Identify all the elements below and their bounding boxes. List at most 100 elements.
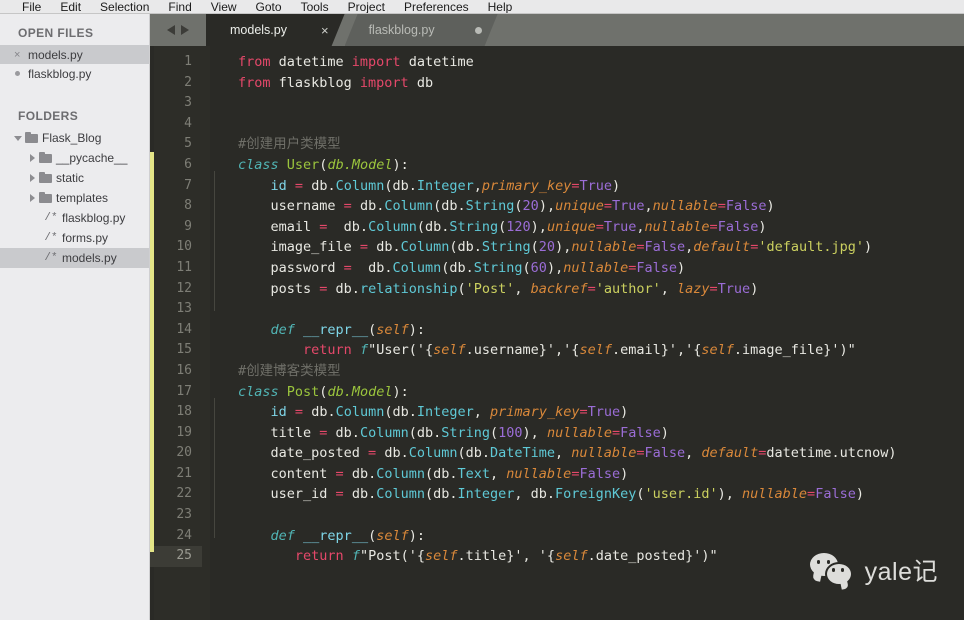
code-token: (db. <box>433 198 466 215</box>
folder-label: templates <box>56 191 109 205</box>
menu-item-project[interactable]: Project <box>348 1 385 13</box>
close-icon[interactable]: × <box>14 49 28 61</box>
code-token: primary_key <box>481 177 572 194</box>
code-line[interactable]: 19 title = db.Column(db.String(100), nul… <box>150 423 964 444</box>
open-file-item[interactable]: × models.py <box>0 45 149 64</box>
menu-item-view[interactable]: View <box>211 1 237 13</box>
code-line[interactable]: 7 id = db.Column(db.Integer,primary_key=… <box>150 176 964 197</box>
code-line[interactable]: 13 <box>150 299 964 320</box>
file-item[interactable]: /* forms.py <box>0 228 149 248</box>
code-line[interactable]: 3 <box>150 93 964 114</box>
code-token: ( <box>368 527 377 544</box>
menu-item-find[interactable]: Find <box>168 1 191 13</box>
code-token: nullable <box>644 218 710 235</box>
code-line[interactable]: 9 email = db.Column(db.String(120),uniqu… <box>150 217 964 238</box>
file-item[interactable]: /* flaskblog.py <box>0 208 149 228</box>
code-area[interactable]: 1 from datetime import datetime 2 from flas… <box>150 46 964 620</box>
code-token: = <box>335 486 344 503</box>
tab-close-icon[interactable]: × <box>321 24 329 37</box>
code-line[interactable]: 10 image_file = db.Column(db.String(20),… <box>150 237 964 258</box>
code-token: ) <box>660 424 669 441</box>
code-token: 100 <box>498 424 523 441</box>
menu-item-selection[interactable]: Selection <box>100 1 149 13</box>
code-line[interactable]: 1 from datetime import datetime <box>150 52 964 73</box>
tab-nav-arrows[interactable] <box>150 14 206 46</box>
code-token: , <box>490 465 507 482</box>
chevron-right-icon[interactable] <box>26 154 38 162</box>
line-number: 13 <box>176 301 192 317</box>
code-token: ) <box>864 239 873 256</box>
code-token: ) <box>888 445 897 462</box>
code-line-text: #创建博客类模型 <box>202 361 341 382</box>
line-number: 24 <box>176 527 192 543</box>
chevron-down-icon[interactable] <box>12 136 24 141</box>
code-token: , <box>514 280 531 297</box>
code-line[interactable]: 14 def __repr__(self): <box>150 320 964 341</box>
code-token: ) <box>620 465 629 482</box>
open-file-item[interactable]: flaskblog.py <box>0 64 149 83</box>
code-line[interactable]: 21 content = db.Column(db.Text, nullable… <box>150 464 964 485</box>
line-number: 12 <box>176 280 192 296</box>
editor-tab[interactable]: models.py × <box>206 14 345 46</box>
code-line[interactable]: 2 from flaskblog import db <box>150 73 964 94</box>
code-token: , <box>473 404 491 421</box>
folder-tree: Flask_Blog __pycache__ static templates /* fl… <box>0 128 149 268</box>
folder-item[interactable]: templates <box>0 188 149 208</box>
menu-item-edit[interactable]: Edit <box>60 1 81 13</box>
menu-item-tools[interactable]: Tools <box>301 1 329 13</box>
code-token: class <box>238 156 279 173</box>
code-lines[interactable]: 1 from datetime import datetime 2 from flas… <box>150 46 964 567</box>
code-line[interactable]: 4 <box>150 114 964 135</box>
code-token: .username}','{ <box>465 342 580 359</box>
code-line[interactable]: 23 <box>150 505 964 526</box>
code-line[interactable]: 11 password = db.Column(db.String(60),nu… <box>150 258 964 279</box>
code-token: True <box>579 177 612 194</box>
code-token: self <box>425 548 458 565</box>
code-line[interactable]: 15 return f"User('{self.username}','{sel… <box>150 340 964 361</box>
chevron-right-icon[interactable] <box>26 194 38 202</box>
chevron-left-icon[interactable] <box>167 25 175 35</box>
code-token: "User('{ <box>368 342 434 359</box>
editor-tab[interactable]: flaskblog.py <box>345 14 498 46</box>
menu-item-goto[interactable]: Goto <box>256 1 282 13</box>
menu-item-help[interactable]: Help <box>488 1 513 13</box>
code-token: False <box>725 198 767 215</box>
code-line[interactable]: 18 id = db.Column(db.Integer, primary_ke… <box>150 402 964 423</box>
code-line[interactable]: 5 #创建用户类模型 <box>150 134 964 155</box>
menu-item-file[interactable]: File <box>22 1 41 13</box>
code-line[interactable]: 6 class User(db.Model): <box>150 155 964 176</box>
chevron-right-icon[interactable] <box>181 25 189 35</box>
code-token: ) <box>758 218 767 235</box>
code-token: = <box>579 404 588 421</box>
code-line-text: class User(db.Model): <box>202 155 409 176</box>
code-token: ) <box>855 486 864 503</box>
folder-item[interactable]: Flask_Blog <box>0 128 149 148</box>
code-line[interactable]: 17 class Post(db.Model): <box>150 382 964 403</box>
folder-item[interactable]: __pycache__ <box>0 148 149 168</box>
code-line-text: from flaskblog import db <box>202 73 433 94</box>
code-token: lazy <box>677 280 710 297</box>
file-icon: /* <box>44 232 58 244</box>
code-token: db. <box>343 486 377 503</box>
code-token: ( <box>522 259 531 276</box>
code-token: = <box>368 445 377 462</box>
line-number: 17 <box>176 383 192 399</box>
code-token: 120 <box>506 218 531 235</box>
code-line[interactable]: 12 posts = db.relationship('Post', backr… <box>150 279 964 300</box>
code-token: nullable <box>571 445 637 462</box>
file-item[interactable]: /* models.py <box>0 248 149 268</box>
code-line[interactable]: 16 #创建博客类模型 <box>150 361 964 382</box>
chevron-right-icon[interactable] <box>26 174 38 182</box>
code-token: datetime <box>270 54 352 70</box>
code-line[interactable]: 8 username = db.Column(db.String(20),uni… <box>150 196 964 217</box>
code-line[interactable]: 22 user_id = db.Column(db.Integer, db.Fo… <box>150 484 964 505</box>
code-token: ), <box>538 198 556 215</box>
code-line[interactable]: 24 def __repr__(self): <box>150 526 964 547</box>
tab-modified-dot-icon[interactable] <box>474 26 482 34</box>
code-line[interactable]: 20 date_posted = db.Column(db.DateTime, … <box>150 443 964 464</box>
menu-item-preferences[interactable]: Preferences <box>404 1 469 13</box>
code-token: = <box>595 218 604 235</box>
folder-item[interactable]: static <box>0 168 149 188</box>
code-token: __repr__ <box>303 527 369 544</box>
